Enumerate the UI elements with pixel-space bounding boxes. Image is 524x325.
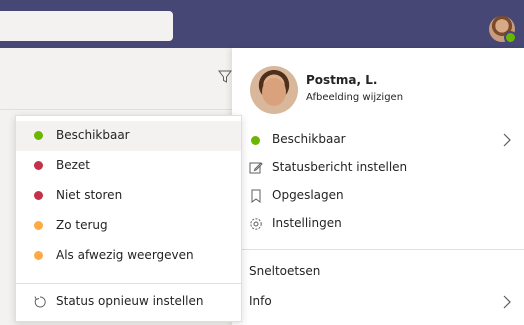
- status-message-item[interactable]: Statusbericht instellen: [232, 155, 524, 181]
- app-header: [0, 0, 524, 48]
- status-option-label: Als afwezig weergeven: [56, 248, 194, 262]
- do-not-disturb-dot-icon: [34, 191, 43, 200]
- status-option-busy[interactable]: Bezet: [16, 151, 241, 181]
- status-indicator: [504, 31, 517, 44]
- divider: [232, 249, 524, 250]
- profile-name: Postma, L.: [306, 73, 378, 87]
- status-option-label: Zo terug: [56, 218, 108, 232]
- status-label: Beschikbaar: [272, 132, 346, 146]
- profile-avatar-button[interactable]: [489, 16, 517, 44]
- filter-icon[interactable]: [218, 70, 232, 84]
- status-option-label: Niet storen: [56, 188, 123, 202]
- available-dot-icon: [34, 131, 43, 140]
- status-option-do-not-disturb[interactable]: Niet storen: [16, 181, 241, 211]
- divider: [16, 283, 241, 284]
- change-picture-link[interactable]: Afbeelding wijzigen: [306, 92, 403, 103]
- reset-icon: [34, 296, 46, 308]
- shortcuts-item[interactable]: Sneltoetsen: [232, 259, 524, 285]
- status-option-label: Beschikbaar: [56, 128, 130, 142]
- settings-item[interactable]: Instellingen: [232, 211, 524, 237]
- info-item[interactable]: Info: [232, 289, 524, 315]
- status-option-label: Bezet: [56, 158, 91, 172]
- edit-status-icon: [249, 162, 263, 174]
- settings-label: Instellingen: [272, 216, 342, 230]
- avatar-face: [262, 78, 286, 106]
- status-option-appear-away[interactable]: Als afwezig weergeven: [16, 241, 241, 271]
- chevron-right-icon: [503, 133, 511, 147]
- profile-picture[interactable]: [250, 66, 298, 114]
- info-label: Info: [249, 294, 272, 308]
- divider: [0, 109, 232, 110]
- be-right-back-dot-icon: [34, 221, 43, 230]
- away-dot-icon: [34, 251, 43, 260]
- bookmark-icon: [251, 189, 261, 203]
- saved-label: Opgeslagen: [272, 188, 344, 202]
- search-input[interactable]: [0, 11, 173, 41]
- reset-status-button[interactable]: Status opnieuw instellen: [16, 288, 241, 316]
- status-message-label: Statusbericht instellen: [272, 160, 408, 174]
- gear-icon: [250, 218, 262, 230]
- chevron-right-icon: [503, 295, 511, 309]
- shortcuts-label: Sneltoetsen: [249, 264, 321, 278]
- available-dot-icon: [251, 136, 260, 145]
- status-option-be-right-back[interactable]: Zo terug: [16, 211, 241, 241]
- status-option-available[interactable]: Beschikbaar: [16, 121, 241, 151]
- reset-status-label: Status opnieuw instellen: [56, 294, 204, 308]
- busy-dot-icon: [34, 161, 43, 170]
- status-selector[interactable]: Beschikbaar: [232, 127, 524, 153]
- profile-menu: Postma, L. Afbeelding wijzigen Beschikba…: [232, 48, 524, 325]
- status-dropdown: Beschikbaar Bezet Niet storen Zo terug A…: [15, 115, 242, 322]
- saved-item[interactable]: Opgeslagen: [232, 183, 524, 209]
